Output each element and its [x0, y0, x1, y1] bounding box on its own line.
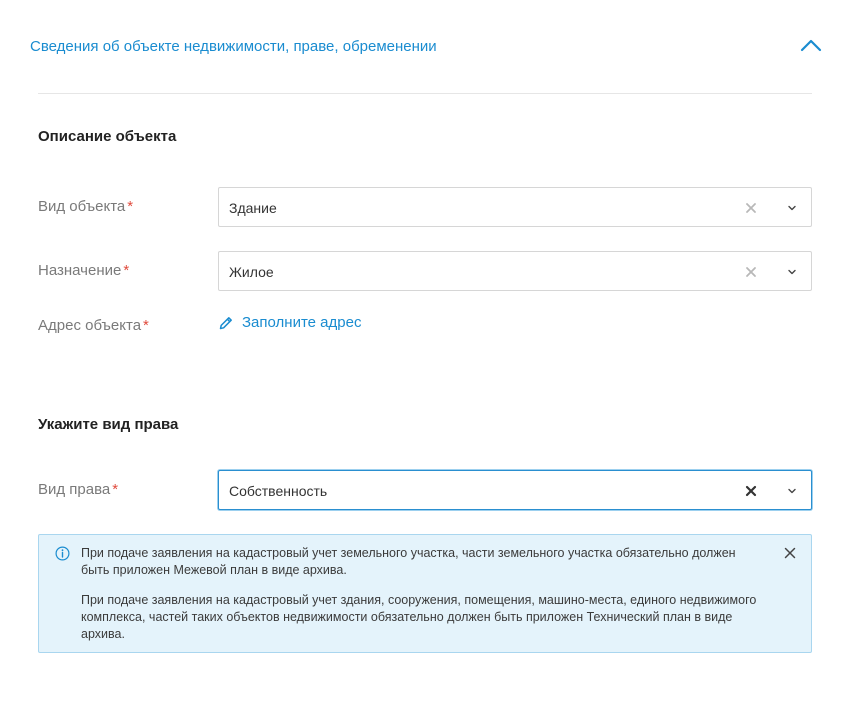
- chevron-down-icon[interactable]: [785, 484, 799, 498]
- chevron-up-icon[interactable]: [800, 36, 822, 56]
- object-type-value: Здание: [229, 200, 277, 216]
- right-type-value: Собственность: [229, 483, 328, 499]
- close-icon[interactable]: [783, 546, 797, 560]
- right-type-select[interactable]: Собственность: [218, 470, 812, 510]
- chevron-down-icon[interactable]: [785, 201, 799, 215]
- clear-icon[interactable]: [743, 200, 759, 216]
- info-icon: [55, 546, 70, 561]
- purpose-select[interactable]: Жилое: [218, 251, 812, 291]
- chevron-down-icon[interactable]: [785, 265, 799, 279]
- section-title-right: Укажите вид права: [38, 416, 179, 433]
- clear-icon[interactable]: [743, 483, 759, 499]
- purpose-value: Жилое: [229, 264, 274, 280]
- purpose-label-text: Назначение: [38, 262, 122, 279]
- object-type-select[interactable]: Здание: [218, 187, 812, 227]
- object-type-label-text: Вид объекта: [38, 198, 126, 215]
- clear-icon[interactable]: [743, 264, 759, 280]
- right-type-label-text: Вид права: [38, 481, 111, 498]
- fill-address-link[interactable]: Заполните адрес: [218, 314, 361, 331]
- required-mark: *: [127, 198, 134, 215]
- address-label: Адрес объекта *: [38, 317, 149, 334]
- info-paragraph-2: При подаче заявления на кадастровый учет…: [81, 593, 757, 641]
- purpose-label: Назначение *: [38, 262, 129, 279]
- required-mark: *: [112, 481, 119, 498]
- section-title-object: Описание объекта: [38, 128, 177, 145]
- object-type-label: Вид объекта *: [38, 198, 133, 215]
- pencil-icon: [219, 316, 232, 329]
- accordion-title: Сведения об объекте недвижимости, праве,…: [30, 37, 437, 55]
- right-type-label: Вид права *: [38, 481, 118, 498]
- accordion-header[interactable]: Сведения об объекте недвижимости, праве,…: [30, 30, 822, 62]
- address-label-text: Адрес объекта: [38, 317, 142, 334]
- fill-address-text: Заполните адрес: [242, 314, 362, 331]
- required-mark: *: [143, 317, 149, 334]
- form-page: Сведения об объекте недвижимости, праве,…: [0, 0, 852, 725]
- divider: [38, 93, 812, 94]
- info-paragraph-1: При подаче заявления на кадастровый учет…: [81, 546, 736, 577]
- required-mark: *: [123, 262, 130, 279]
- info-notice: При подаче заявления на кадастровый учет…: [38, 534, 812, 653]
